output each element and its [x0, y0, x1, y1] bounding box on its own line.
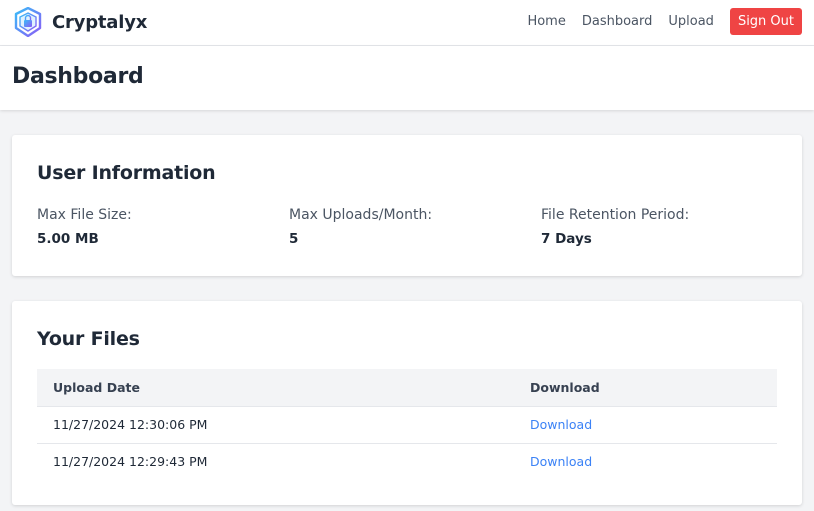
upload-date-cell: 11/27/2024 12:29:43 PM [53, 454, 208, 470]
page-title: Dashboard [12, 64, 144, 89]
max-file-size-field: Max File Size: 5.00 MB [37, 207, 277, 247]
brand-name: Cryptalyx [52, 11, 148, 33]
sign-out-button[interactable]: Sign Out [729, 8, 802, 35]
download-link[interactable]: Download [530, 454, 592, 469]
shield-lock-icon [14, 7, 42, 37]
table-header-row: Upload Date Download [37, 369, 777, 407]
info-label: File Retention Period: [541, 207, 690, 223]
column-header-download: Download [514, 369, 777, 407]
table-row: 11/27/2024 12:30:06 PM Download [37, 406, 777, 444]
top-navbar: Cryptalyx Home Dashboard Upload Sign Out [0, 0, 814, 46]
info-value: 5 [289, 231, 299, 247]
upload-date-cell: 11/27/2024 12:30:06 PM [37, 406, 514, 444]
info-value: 5.00 MB [37, 231, 99, 247]
download-cell: Download [514, 443, 777, 480]
files-table: Upload Date Download 11/27/2024 12:30:06… [37, 369, 777, 480]
nav-link-dashboard[interactable]: Dashboard [582, 14, 653, 29]
nav-links: Home Dashboard Upload Sign Out [527, 8, 802, 35]
your-files-title: Your Files [37, 328, 140, 350]
page-header: Dashboard [0, 46, 814, 110]
download-cell: Download [514, 406, 777, 444]
table-row: 11/27/2024 12:29:43 PM Download [37, 443, 777, 480]
nav-link-upload[interactable]: Upload [668, 14, 714, 29]
retention-period-field: File Retention Period: 7 Days [541, 207, 781, 247]
your-files-card: Your Files Upload Date Download 11/27/20… [12, 301, 802, 505]
user-information-title: User Information [37, 162, 216, 184]
info-value: 7 Days [541, 231, 592, 247]
info-label: Max Uploads/Month: [289, 207, 433, 223]
column-header-upload-date: Upload Date [37, 369, 514, 407]
nav-link-home[interactable]: Home [527, 14, 565, 29]
max-uploads-field: Max Uploads/Month: 5 [289, 207, 529, 247]
download-link[interactable]: Download [530, 417, 592, 432]
user-information-card: User Information Max File Size: 5.00 MB … [12, 135, 802, 276]
brand[interactable]: Cryptalyx [14, 7, 147, 37]
info-label: Max File Size: [37, 207, 132, 223]
